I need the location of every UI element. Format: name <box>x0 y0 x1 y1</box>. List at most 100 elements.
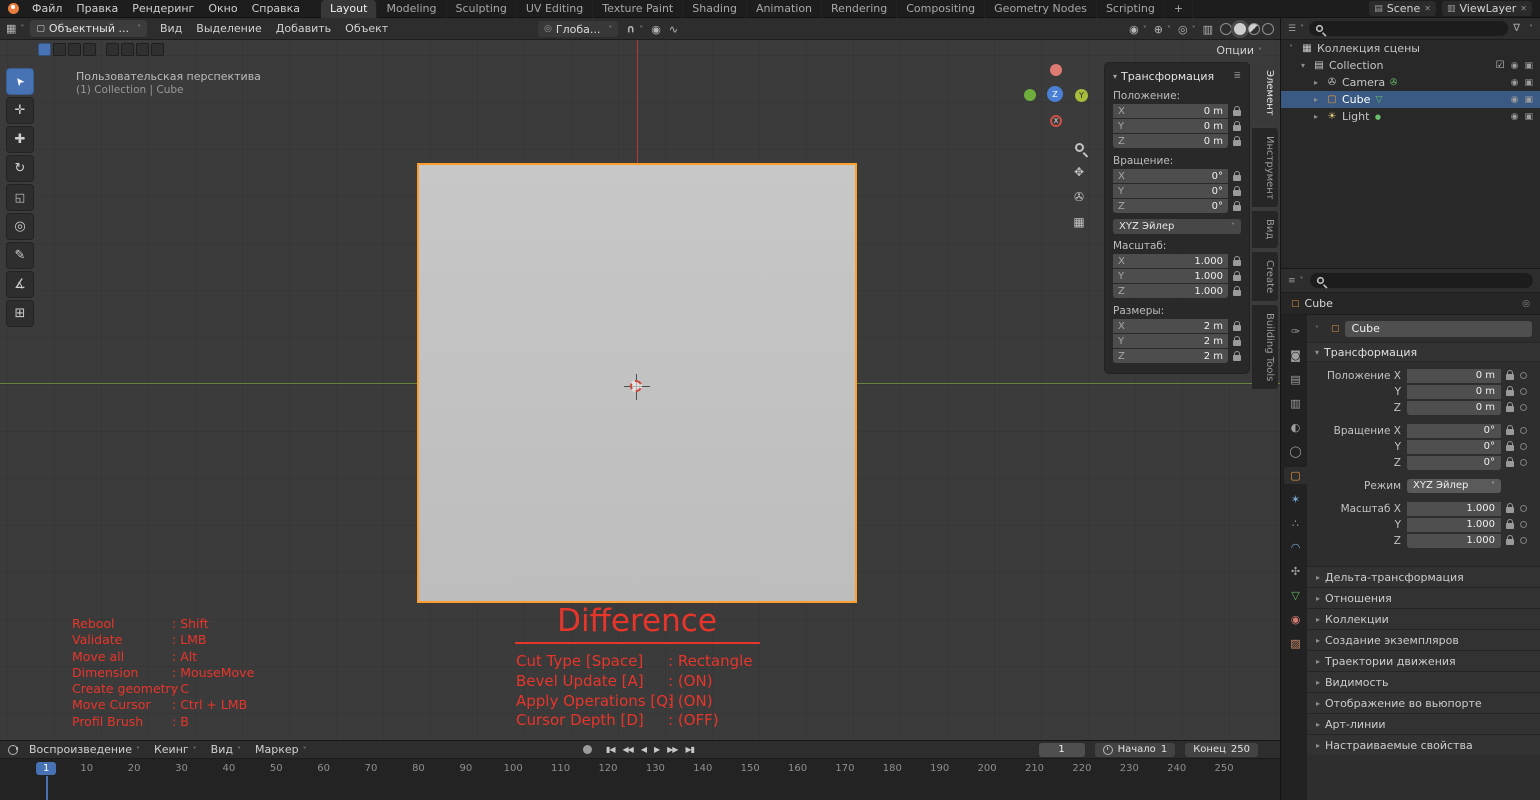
playhead[interactable]: 1 <box>36 761 56 774</box>
animate-dot-icon[interactable] <box>1520 537 1527 544</box>
lock-icon[interactable] <box>1506 523 1514 529</box>
hide-eye-icon[interactable]: ◉ <box>1511 95 1519 105</box>
number-field[interactable]: Y2 m <box>1113 334 1228 348</box>
workspace-tab[interactable]: Modeling <box>377 0 446 18</box>
viewport-menu-item[interactable]: Выделение <box>189 20 269 38</box>
properties-section-header[interactable]: ▸ Отображение во вьюпорте <box>1307 692 1540 713</box>
number-field[interactable]: Z2 m <box>1113 349 1228 363</box>
lock-icon[interactable] <box>1233 260 1241 266</box>
lock-icon[interactable] <box>1506 390 1514 396</box>
frame-start-field[interactable]: Начало 1 <box>1095 743 1176 757</box>
proportional-falloff-icon[interactable]: ∿ <box>669 23 678 36</box>
properties-tab[interactable] <box>1284 491 1307 508</box>
gizmos-toggle[interactable]: ⊕ <box>1154 23 1171 36</box>
lock-icon[interactable] <box>1233 140 1241 146</box>
lock-icon[interactable] <box>1506 429 1514 435</box>
topbar-menu-item[interactable]: Окно <box>201 0 244 18</box>
properties-section-header[interactable]: ▸ Видимость <box>1307 671 1540 692</box>
tool-option-icon-3[interactable] <box>151 43 164 56</box>
panel-header[interactable]: ▾ Трансформация ≣ <box>1113 68 1241 84</box>
tool-button[interactable] <box>6 213 34 240</box>
lock-icon[interactable] <box>1233 205 1241 211</box>
axis-dot[interactable] <box>1050 64 1062 76</box>
topbar-menu-item[interactable]: Правка <box>69 0 125 18</box>
properties-section-header[interactable]: ▸ Отношения <box>1307 587 1540 608</box>
scene-unlink-icon[interactable]: ✕ <box>1424 4 1431 13</box>
properties-tab[interactable] <box>1284 515 1307 532</box>
workspace-tab[interactable]: Rendering <box>822 0 897 18</box>
overlays-toggle[interactable]: ◎ <box>1178 23 1196 36</box>
exclude-checkbox[interactable]: ☑ <box>1496 60 1505 71</box>
properties-tab[interactable] <box>1284 467 1307 484</box>
properties-tab[interactable] <box>1284 419 1307 436</box>
lock-icon[interactable] <box>1233 110 1241 116</box>
tool-button[interactable] <box>6 184 34 211</box>
number-field[interactable]: 1.000 <box>1407 502 1501 516</box>
number-field[interactable]: X0° <box>1113 169 1228 183</box>
workspace-tab[interactable]: Scripting <box>1097 0 1165 18</box>
filter-icon[interactable]: ∇ <box>1513 23 1520 34</box>
number-field[interactable]: 0° <box>1407 440 1501 454</box>
outliner-row[interactable]: ▸ Light ☑ ◉ ▣ <box>1281 108 1540 125</box>
disable-render-icon[interactable]: ▣ <box>1524 95 1533 105</box>
selectability-dropdown[interactable]: ◉ <box>1129 23 1147 36</box>
tool-button[interactable] <box>6 68 34 95</box>
viewlayer-unlink-icon[interactable]: ✕ <box>1520 4 1527 13</box>
ortho-grid-icon[interactable]: ▦ <box>1070 213 1088 231</box>
properties-tab[interactable] <box>1284 635 1307 652</box>
viewlayer-selector[interactable]: ▥ ViewLayer ✕ <box>1442 1 1532 16</box>
tool-button[interactable] <box>6 271 34 298</box>
collapse-arrow-icon[interactable]: ▾ <box>1113 72 1117 81</box>
viewport-menu-item[interactable]: Объект <box>338 20 395 38</box>
properties-section-header[interactable]: ▸ Траектории движения <box>1307 650 1540 671</box>
snap-toggle[interactable]: ∪ <box>626 23 643 36</box>
transport-button[interactable] <box>664 745 680 754</box>
number-field[interactable]: X0 m <box>1113 104 1228 118</box>
proportional-editing-toggle[interactable]: ◉ <box>651 23 661 36</box>
properties-tab[interactable] <box>1284 539 1307 556</box>
number-field[interactable]: Z1.000 <box>1113 284 1228 298</box>
outliner-row[interactable]: ▸ Camera ☑ ◉ ▣ <box>1281 74 1540 91</box>
properties-section-header[interactable]: ▸ Настраиваемые свойства <box>1307 734 1540 755</box>
timeline-menu-item[interactable]: Воспроизведение <box>22 741 147 759</box>
number-field[interactable]: 0° <box>1407 424 1501 438</box>
camera-view-icon[interactable]: ✇ <box>1070 188 1088 206</box>
transport-button[interactable] <box>603 745 618 754</box>
axis-z-dot[interactable]: Z <box>1047 86 1063 102</box>
topbar-menu-item[interactable]: Файл <box>25 0 69 18</box>
properties-tab[interactable] <box>1284 443 1307 460</box>
timeline-editor-type-icon[interactable] <box>8 745 18 755</box>
blender-logo-icon[interactable] <box>8 3 19 14</box>
properties-tab[interactable] <box>1284 563 1307 580</box>
expand-arrow-icon[interactable]: ▸ <box>1314 95 1325 104</box>
mode-selector[interactable]: ▢ Объектный ... <box>30 20 147 37</box>
workspace-tab[interactable]: Animation <box>747 0 822 18</box>
rotation-mode-dropdown[interactable]: XYZ Эйлер <box>1113 219 1241 234</box>
tool-option-icon-1[interactable] <box>121 43 134 56</box>
lock-icon[interactable] <box>1233 190 1241 196</box>
outliner-search-input[interactable] <box>1309 21 1508 36</box>
animate-dot-icon[interactable] <box>1520 404 1527 411</box>
animate-dot-icon[interactable] <box>1520 372 1527 379</box>
lock-icon[interactable] <box>1506 507 1514 513</box>
scene-collection-row[interactable]: ˅ Коллекция сцены <box>1281 40 1540 57</box>
expand-arrow-icon[interactable]: ˅ <box>1289 44 1300 53</box>
outliner-editor-type-icon[interactable]: ☰ <box>1288 24 1304 34</box>
pan-hand-icon[interactable]: ✥ <box>1070 163 1088 181</box>
editor-type-selector[interactable]: ▦ <box>6 22 24 35</box>
number-field[interactable]: 1.000 <box>1407 518 1501 532</box>
hide-eye-icon[interactable]: ◉ <box>1511 61 1519 71</box>
rotation-mode-dropdown[interactable]: XYZ Эйлер <box>1407 479 1501 493</box>
tool-option-icon-2[interactable] <box>136 43 149 56</box>
properties-tab[interactable] <box>1284 371 1307 388</box>
lock-icon[interactable] <box>1233 290 1241 296</box>
rendered-shading-icon[interactable] <box>1262 23 1274 35</box>
workspace-tab[interactable]: Geometry Nodes <box>985 0 1097 18</box>
workspace-tab[interactable]: Shading <box>683 0 747 18</box>
viewport-3d[interactable]: Опции Пользовательская перспектива (1) C… <box>0 40 1280 740</box>
expand-arrow-icon[interactable]: ▸ <box>1314 78 1325 87</box>
select-extend-icon[interactable] <box>53 43 66 56</box>
properties-tab[interactable] <box>1284 395 1307 412</box>
select-intersect-icon[interactable] <box>106 43 119 56</box>
tool-button[interactable] <box>6 126 34 153</box>
